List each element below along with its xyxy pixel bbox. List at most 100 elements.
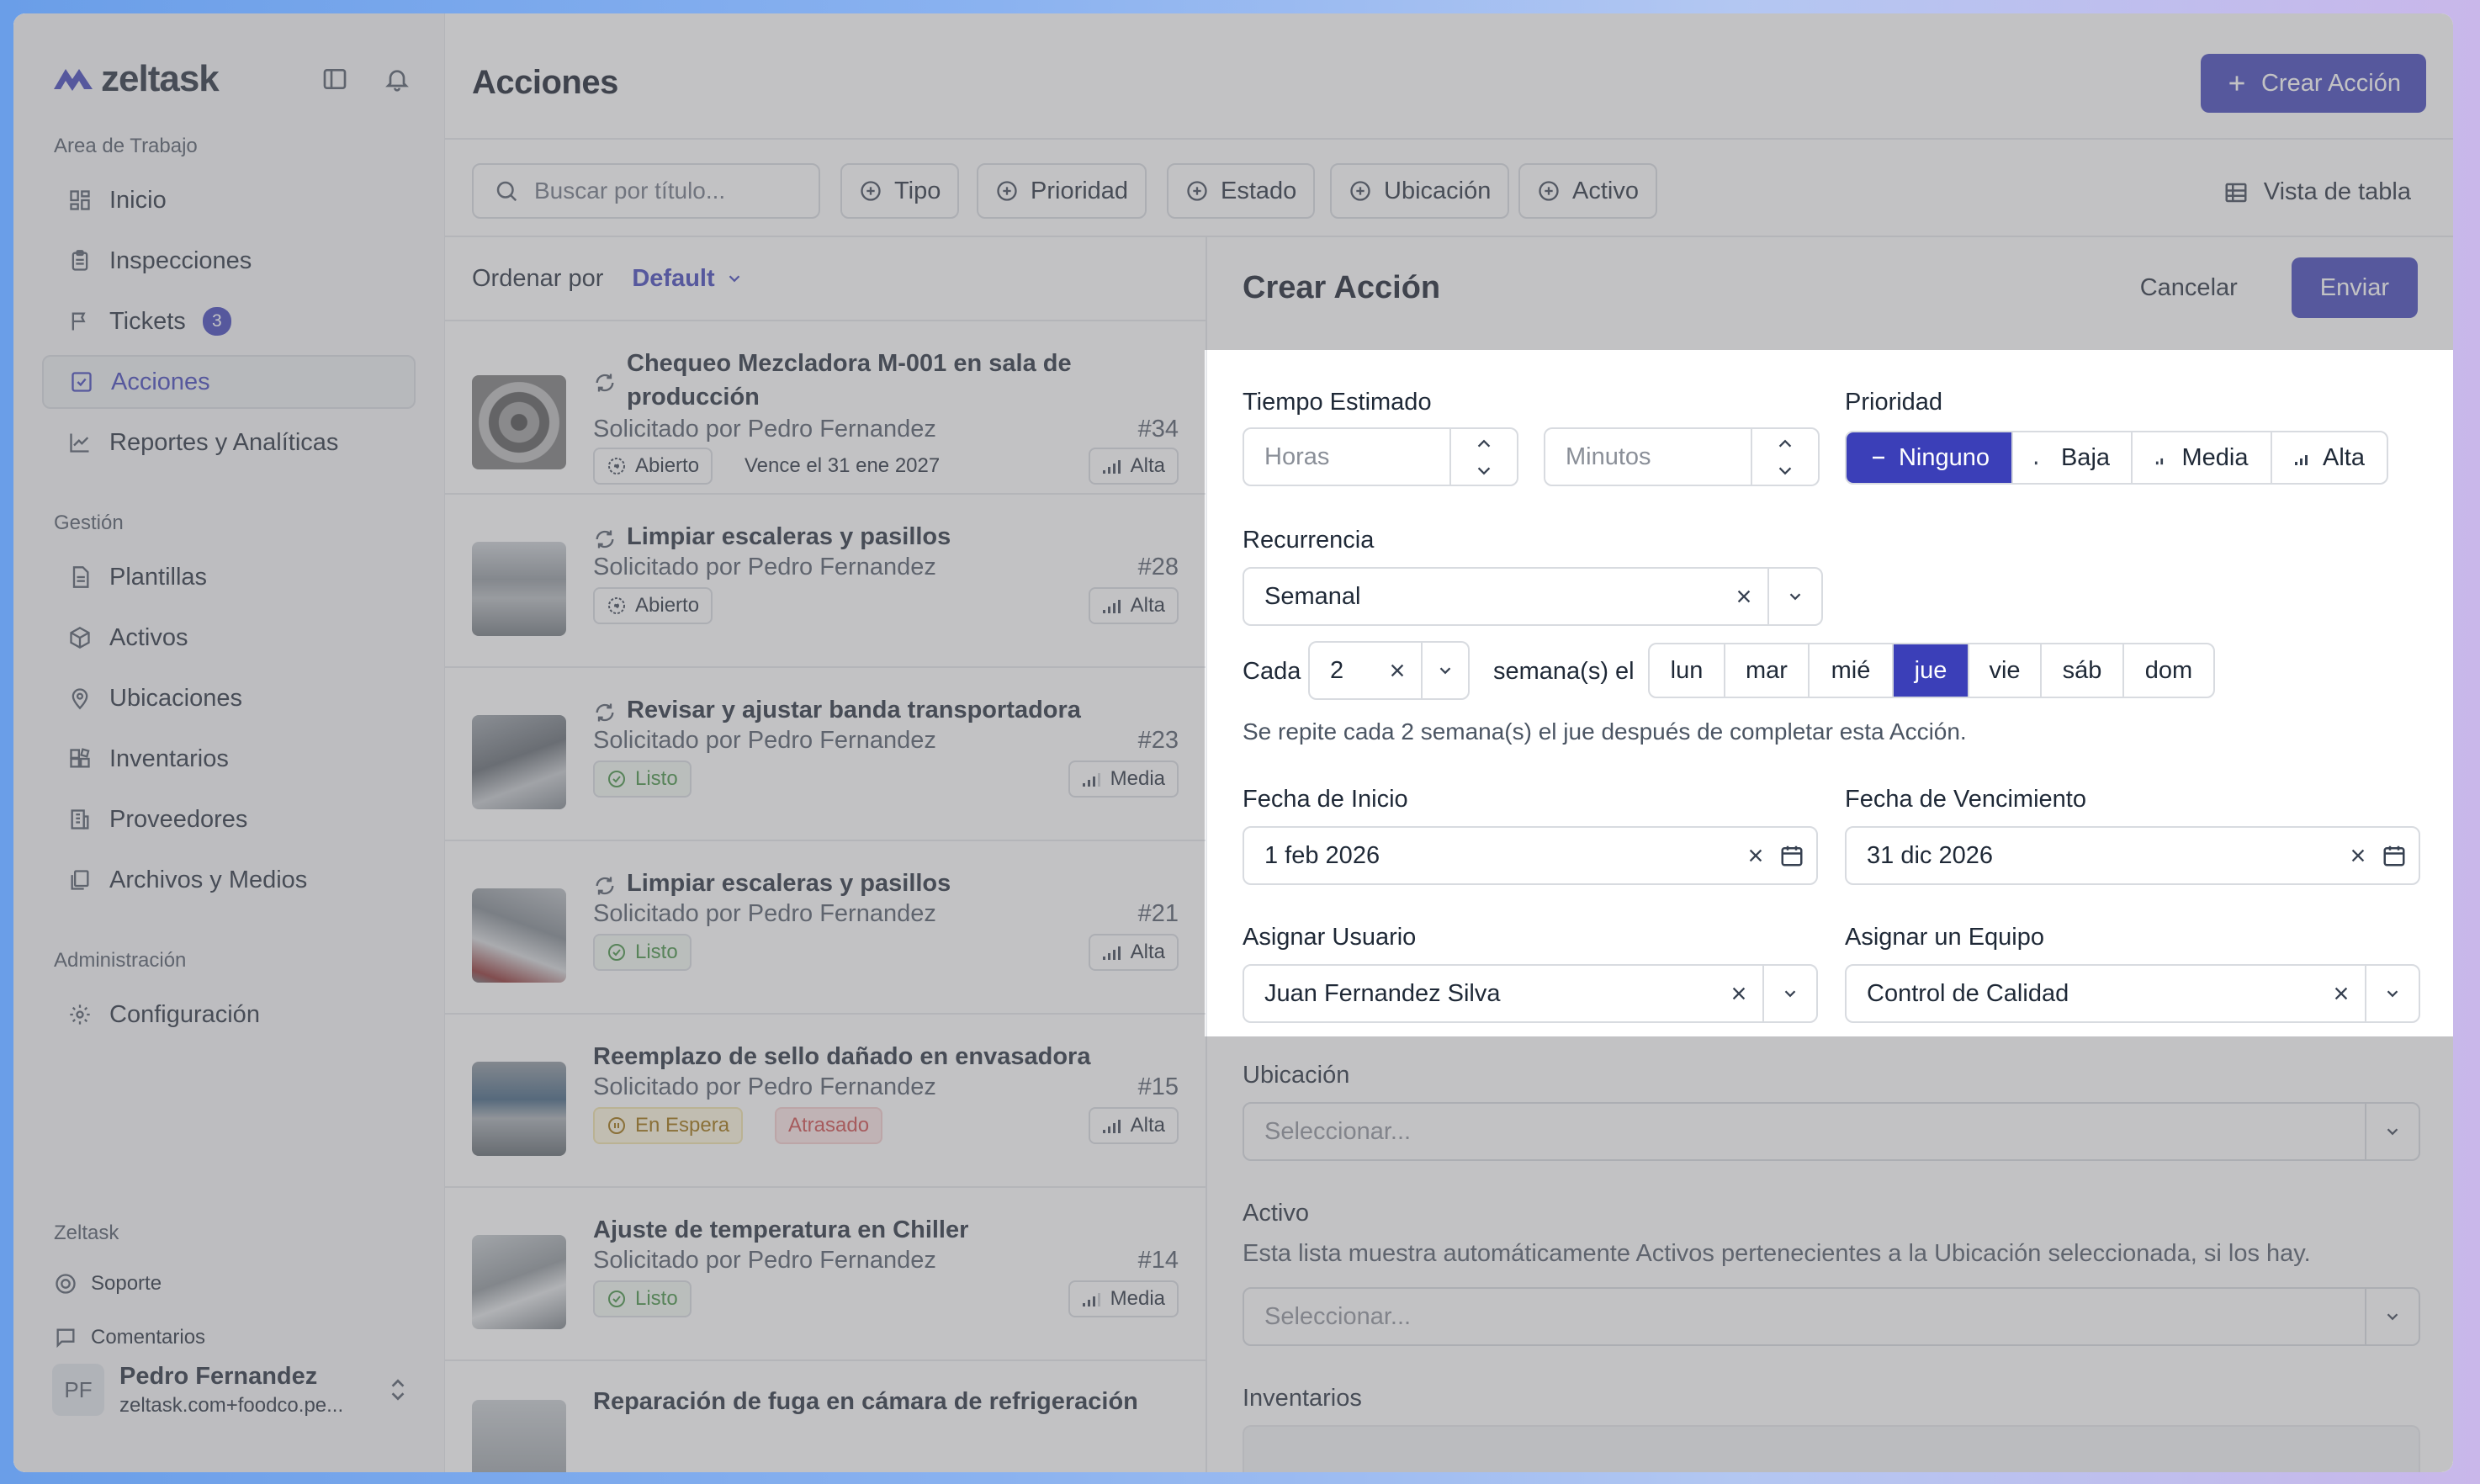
- sidebar-item-reportes[interactable]: Reportes y Analíticas: [42, 416, 416, 469]
- sort-dropdown[interactable]: Default: [632, 265, 743, 293]
- inventory-field[interactable]: [1243, 1425, 2420, 1472]
- day-mar[interactable]: mar: [1725, 644, 1810, 697]
- chevron-down-icon[interactable]: [1451, 457, 1517, 485]
- list-item[interactable]: Limpiar escaleras y pasillos Solicitado …: [445, 841, 1206, 1015]
- list-item[interactable]: Reemplazo de sello dañado en envasadora …: [445, 1015, 1206, 1188]
- sidebar-item-configuracion[interactable]: Configuración: [42, 988, 416, 1041]
- day-sab[interactable]: sáb: [2042, 644, 2124, 697]
- every-label: Cada: [1243, 658, 1301, 685]
- check-circle-icon: [607, 1289, 627, 1309]
- start-date-field[interactable]: 1 feb 2026: [1243, 826, 1818, 885]
- filter-chip-ubicacion[interactable]: Ubicación: [1330, 163, 1510, 219]
- day-lun[interactable]: lun: [1650, 644, 1725, 697]
- action-thumbnail: [472, 715, 566, 809]
- submit-button[interactable]: Enviar: [2291, 257, 2418, 318]
- sidebar-item-plantillas[interactable]: Plantillas: [42, 550, 416, 604]
- day-mie[interactable]: mié: [1810, 644, 1894, 697]
- cancel-button[interactable]: Cancelar: [2140, 274, 2238, 302]
- sidebar-item-inventarios[interactable]: Inventarios: [42, 732, 416, 786]
- sidebar-item-tickets[interactable]: Tickets 3: [42, 294, 416, 348]
- minutes-stepper[interactable]: Minutos: [1544, 427, 1820, 486]
- sidebar-item-ubicaciones[interactable]: Ubicaciones: [42, 671, 416, 725]
- assign-team-value: Control de Calidad: [1867, 979, 2069, 1007]
- logo[interactable]: zeltask: [52, 58, 220, 100]
- chip-label: Prioridad: [1031, 177, 1129, 204]
- sidebar-item-activos[interactable]: Activos: [42, 611, 416, 665]
- avatar: PF: [52, 1364, 104, 1416]
- chevron-down-icon[interactable]: [2365, 1104, 2419, 1159]
- chevron-down-icon[interactable]: [2365, 966, 2419, 1021]
- clear-icon[interactable]: [1720, 587, 1767, 606]
- sidebar-item-inspecciones[interactable]: Inspecciones: [42, 234, 416, 288]
- clear-icon[interactable]: [2318, 984, 2365, 1003]
- sidebar-toggle-icon[interactable]: [321, 66, 348, 93]
- priority-text: Alta: [1130, 594, 1165, 617]
- location-placeholder: Seleccionar...: [1264, 1117, 1412, 1145]
- priority-option-baja[interactable]: Baja: [2013, 432, 2133, 483]
- sidebar-item-acciones[interactable]: Acciones: [42, 355, 416, 409]
- actions-list: Ordenar por Default Chequeo Mezcladora M…: [445, 237, 1207, 1472]
- clear-icon[interactable]: [1732, 846, 1779, 865]
- table-view-toggle[interactable]: Vista de tabla: [2223, 178, 2411, 206]
- filter-chip-prioridad[interactable]: Prioridad: [977, 163, 1147, 219]
- bell-icon[interactable]: [384, 66, 411, 93]
- support-link[interactable]: Soporte: [54, 1272, 162, 1296]
- chevron-down-icon[interactable]: [1421, 643, 1468, 698]
- filter-chip-estado[interactable]: Estado: [1167, 163, 1316, 219]
- cube-icon: [67, 625, 93, 650]
- interval-select[interactable]: 2: [1308, 641, 1470, 700]
- location-select[interactable]: Seleccionar...: [1243, 1102, 2420, 1161]
- clear-icon[interactable]: [1374, 661, 1421, 680]
- create-action-label: Crear Acción: [2260, 69, 2401, 97]
- chevron-down-icon[interactable]: [1767, 569, 1821, 624]
- chevron-up-icon[interactable]: [1451, 429, 1517, 457]
- hours-stepper[interactable]: Horas: [1243, 427, 1518, 486]
- clear-icon[interactable]: [1715, 984, 1762, 1003]
- search-input[interactable]: Buscar por título...: [472, 163, 820, 219]
- day-jue[interactable]: jue: [1894, 644, 1969, 697]
- day-vie[interactable]: vie: [1969, 644, 2042, 697]
- action-thumbnail: [472, 888, 566, 983]
- action-title: Limpiar escaleras y pasillos: [593, 520, 1179, 554]
- chevron-down-icon[interactable]: [1762, 966, 1816, 1021]
- assign-team-label: Asignar un Equipo: [1845, 924, 2044, 951]
- priority-option-ninguno[interactable]: Ninguno: [1847, 432, 2013, 483]
- action-requester: Solicitado por Pedro Fernandez: [593, 1073, 936, 1100]
- calendar-icon[interactable]: [1779, 843, 1804, 868]
- create-action-button[interactable]: Crear Acción: [2200, 54, 2426, 113]
- priority-option-media[interactable]: Media: [2133, 432, 2272, 483]
- assign-team-select[interactable]: Control de Calidad: [1845, 964, 2420, 1023]
- list-item[interactable]: Limpiar escaleras y pasillos Solicitado …: [445, 495, 1206, 668]
- clear-icon[interactable]: [2334, 846, 2382, 865]
- list-item[interactable]: Ajuste de temperatura en Chiller Solicit…: [445, 1188, 1206, 1361]
- user-name: Pedro Fernandez: [119, 1362, 318, 1390]
- sidebar-item-proveedores[interactable]: Proveedores: [42, 792, 416, 846]
- filter-bar: Buscar por título... Tipo Prioridad Esta…: [445, 140, 2453, 237]
- assign-user-select[interactable]: Juan Fernandez Silva: [1243, 964, 1818, 1023]
- list-item[interactable]: Chequeo Mezcladora M-001 en sala de prod…: [445, 321, 1206, 495]
- day-dom[interactable]: dom: [2124, 644, 2213, 697]
- user-menu[interactable]: PF Pedro Fernandez zeltask.com+foodco.pe…: [52, 1348, 422, 1432]
- priority-option-alta[interactable]: Alta: [2272, 432, 2387, 483]
- list-item[interactable]: Revisar y ajustar banda transportadora S…: [445, 668, 1206, 841]
- filter-chip-tipo[interactable]: Tipo: [840, 163, 960, 219]
- gear-icon: [67, 1002, 93, 1027]
- due-date-field[interactable]: 31 dic 2026: [1845, 826, 2420, 885]
- sidebar-item-inicio[interactable]: Inicio: [42, 173, 416, 227]
- user-email: zeltask.com+foodco.pe...: [119, 1393, 344, 1417]
- recurrence-select[interactable]: Semanal: [1243, 567, 1823, 626]
- asset-select[interactable]: Seleccionar...: [1243, 1287, 2420, 1346]
- chevron-down-icon[interactable]: [1752, 457, 1818, 485]
- filter-chip-activo[interactable]: Activo: [1518, 163, 1657, 219]
- feedback-link[interactable]: Comentarios: [54, 1326, 205, 1349]
- sidebar-item-archivos[interactable]: Archivos y Medios: [42, 853, 416, 907]
- chevron-down-icon[interactable]: [2365, 1289, 2419, 1344]
- assign-user-label: Asignar Usuario: [1243, 924, 1417, 951]
- list-item[interactable]: Reparación de fuga en cámara de refriger…: [445, 1361, 1206, 1472]
- status-open-icon: [607, 596, 627, 616]
- priority-badge: Alta: [1088, 448, 1179, 485]
- action-thumbnail: [472, 375, 566, 469]
- calendar-icon[interactable]: [2382, 843, 2407, 868]
- chevron-up-icon[interactable]: [1752, 429, 1818, 457]
- priority-badge: Media: [1068, 1280, 1179, 1317]
